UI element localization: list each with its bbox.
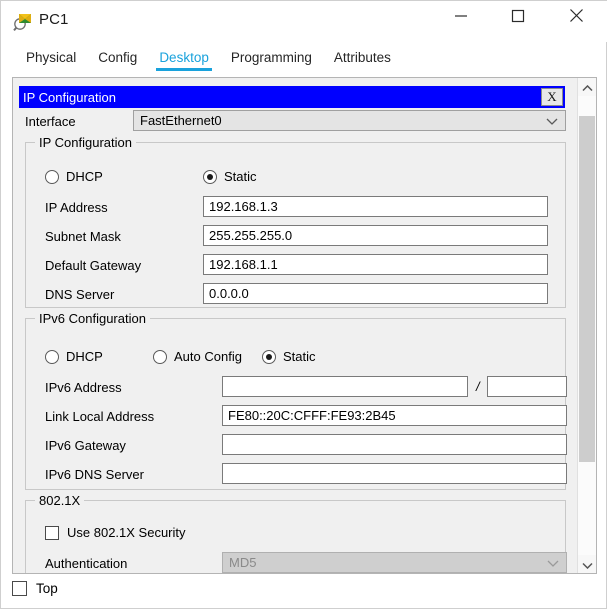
ip-configuration-scroll-viewport: IP Configuration X Interface FastEtherne… (13, 78, 578, 573)
subnet-mask-input[interactable]: 255.255.255.0 (203, 225, 548, 246)
tab-bar: Physical Config Desktop Programming Attr… (15, 48, 405, 75)
ip-configuration-close-button[interactable]: X (541, 88, 563, 106)
tab-config[interactable]: Config (87, 48, 148, 71)
ip-configuration-caption-title: IP Configuration (23, 89, 116, 105)
minimize-icon (454, 9, 468, 26)
interface-select-value: FastEthernet0 (140, 113, 222, 128)
radio-circle-icon (45, 169, 59, 184)
tab-attributes[interactable]: Attributes (323, 48, 402, 71)
ipv6-address-input[interactable] (222, 376, 468, 397)
link-local-address-input[interactable]: FE80::20C:CFFF:FE93:2B45 (222, 405, 567, 426)
radio-circle-icon (153, 349, 167, 364)
ipv4-group-title: IP Configuration (35, 135, 136, 150)
use-8021x-security-checkbox[interactable]: Use 802.1X Security (45, 525, 186, 540)
packet-tracer-pc-icon (13, 12, 33, 32)
radio-circle-filled-icon (262, 349, 276, 364)
authentication-value: MD5 (229, 555, 257, 570)
interface-select[interactable]: FastEthernet0 (133, 110, 566, 131)
ipv6-address-label: IPv6 Address (45, 380, 122, 395)
default-gateway-value: 192.168.1.1 (209, 257, 278, 272)
ipv4-configuration-group: IP Configuration DHCP Static IP Address … (25, 135, 566, 308)
tab-desktop[interactable]: Desktop (148, 48, 220, 71)
close-button[interactable] (553, 1, 599, 33)
ipv4-dhcp-label: DHCP (66, 169, 103, 184)
ip-address-input[interactable]: 192.168.1.3 (203, 196, 548, 217)
chevron-down-icon (547, 555, 559, 570)
vertical-scrollbar[interactable] (577, 78, 596, 573)
maximize-icon (511, 9, 525, 26)
ipv6-gateway-input[interactable] (222, 434, 567, 455)
subnet-mask-label: Subnet Mask (45, 229, 121, 244)
scroll-up-button[interactable] (578, 78, 596, 96)
ipv6-static-radio[interactable]: Static (262, 349, 316, 364)
ipv4-static-label: Static (224, 169, 257, 184)
subnet-mask-value: 255.255.255.0 (209, 228, 293, 243)
default-gateway-label: Default Gateway (45, 258, 142, 273)
scroll-down-button[interactable] (578, 555, 596, 573)
chevron-down-icon (581, 557, 593, 572)
ipv6-auto-config-label: Auto Config (174, 349, 242, 364)
pc1-window: PC1 Physical Config Desktop Programming (0, 0, 607, 609)
chevron-up-icon (581, 80, 593, 95)
dns-server-input[interactable]: 0.0.0.0 (203, 283, 548, 304)
ipv6-configuration-group: IPv6 Configuration DHCP Auto Config Stat… (25, 311, 567, 490)
authentication-label: Authentication (45, 556, 128, 571)
link-local-address-value: FE80::20C:CFFF:FE93:2B45 (228, 408, 396, 423)
window-title: PC1 (39, 11, 69, 28)
checkbox-square-icon (45, 525, 59, 540)
authentication-select[interactable]: MD5 (222, 552, 567, 573)
use-8021x-security-label: Use 802.1X Security (67, 525, 186, 540)
ipv6-static-label: Static (283, 349, 316, 364)
dns-server-label: DNS Server (45, 287, 115, 302)
checkbox-square-icon (12, 581, 27, 596)
desktop-content-frame: IP Configuration X Interface FastEtherne… (12, 77, 597, 574)
ipv4-static-radio[interactable]: Static (203, 169, 257, 184)
top-checkbox[interactable]: Top (12, 581, 58, 596)
ipv6-gateway-label: IPv6 Gateway (45, 438, 126, 453)
ipv6-dns-server-label: IPv6 DNS Server (45, 467, 144, 482)
radio-circle-filled-icon (203, 169, 217, 184)
default-gateway-input[interactable]: 192.168.1.1 (203, 254, 548, 275)
ipv6-dhcp-label: DHCP (66, 349, 103, 364)
link-local-address-label: Link Local Address (45, 409, 155, 424)
window-titlebar: PC1 (1, 1, 607, 42)
maximize-button[interactable] (495, 1, 541, 33)
top-checkbox-label: Top (36, 581, 58, 596)
tab-physical[interactable]: Physical (15, 48, 87, 71)
minimize-button[interactable] (438, 1, 484, 33)
dot1x-group: 802.1X Use 802.1X Security Authenticatio… (25, 493, 567, 573)
ipv6-group-title: IPv6 Configuration (35, 311, 150, 326)
interface-label: Interface (25, 114, 76, 129)
ipv4-dhcp-radio[interactable]: DHCP (45, 169, 103, 184)
ipv6-dhcp-radio[interactable]: DHCP (45, 349, 103, 364)
scrollbar-thumb[interactable] (579, 116, 595, 462)
scrollbar-track[interactable] (578, 96, 596, 555)
tab-programming[interactable]: Programming (220, 48, 323, 71)
ip-address-label: IP Address (45, 200, 108, 215)
ipv6-prefix-separator: / (476, 379, 480, 394)
ipv6-dns-server-input[interactable] (222, 463, 567, 484)
dns-server-value: 0.0.0.0 (209, 286, 249, 301)
ip-configuration-caption-bar: IP Configuration X (19, 86, 565, 108)
ip-address-value: 192.168.1.3 (209, 199, 278, 214)
radio-circle-icon (45, 349, 59, 364)
dot1x-group-title: 802.1X (35, 493, 85, 508)
ipv6-auto-config-radio[interactable]: Auto Config (153, 349, 242, 364)
chevron-down-icon (546, 113, 558, 128)
ipv6-prefix-input[interactable] (487, 376, 567, 397)
close-icon (569, 8, 584, 26)
